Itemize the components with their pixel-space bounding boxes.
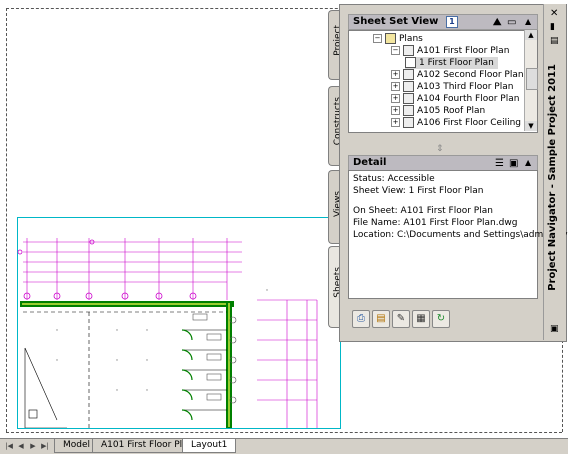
prev-tab-icon[interactable]: ◀ bbox=[16, 441, 26, 451]
first-tab-icon[interactable]: |◀ bbox=[4, 441, 14, 451]
sheet-set-view-title: Sheet Set View bbox=[353, 16, 439, 27]
tree-item-label: Plans bbox=[399, 34, 423, 44]
door-swings bbox=[181, 329, 193, 421]
grid-bubbles bbox=[17, 239, 197, 300]
viewport-dashed-right bbox=[562, 340, 564, 432]
sheet-icon bbox=[403, 105, 414, 116]
expand-icon[interactable]: + bbox=[391, 82, 400, 91]
sheet-icon bbox=[403, 69, 414, 80]
tree-item-a101[interactable]: − A101 First Floor Plan bbox=[391, 45, 509, 57]
new-sheet-icon[interactable]: ▤ bbox=[372, 310, 390, 328]
scroll-thumb[interactable] bbox=[526, 68, 538, 90]
tree-item-label: A102 Second Floor Plan bbox=[417, 70, 524, 80]
expand-icon[interactable]: + bbox=[391, 94, 400, 103]
sheet-icon bbox=[403, 117, 414, 128]
tree-item-label: A105 Roof Plan bbox=[417, 106, 486, 116]
info-badge[interactable]: 1 bbox=[445, 16, 458, 28]
tree-item-a105[interactable]: + A105 Roof Plan bbox=[391, 105, 485, 117]
sheet-set-properties-icon[interactable]: ✎ bbox=[392, 310, 410, 328]
tree-item-first-floor-plan-view[interactable]: 1 First Floor Plan bbox=[405, 57, 498, 69]
tree-item-label: 1 First Floor Plan bbox=[419, 58, 494, 68]
viewport-dashed-bottom bbox=[6, 432, 562, 434]
interior-walls bbox=[23, 311, 227, 428]
detail-preview-icon[interactable]: ▣ bbox=[509, 157, 518, 171]
splitter-handle-icon[interactable]: ⇕ bbox=[436, 144, 444, 154]
refresh-icon[interactable]: ↻ bbox=[432, 310, 450, 328]
sheet-icon bbox=[403, 93, 414, 104]
detail-status: Status: Accessible bbox=[353, 174, 435, 184]
sheet-set-tree[interactable]: − Plans − A101 First Floor Plan 1 First Fl… bbox=[348, 30, 538, 133]
detail-list-icon[interactable]: ☰ bbox=[495, 157, 504, 171]
sheet-set-view-icon[interactable]: ⛰ bbox=[493, 16, 501, 30]
detail-location: Location: C:\Documents and Settings\admi… bbox=[353, 230, 568, 240]
tree-item-label: A101 First Floor Plan bbox=[417, 46, 510, 56]
expand-icon[interactable]: + bbox=[391, 70, 400, 79]
floor-plan-svg bbox=[17, 238, 318, 428]
collapse-icon[interactable]: − bbox=[391, 46, 400, 55]
properties-icon[interactable]: ▤ bbox=[550, 36, 559, 46]
scroll-up-icon[interactable]: ▲ bbox=[525, 30, 537, 40]
pin-icon[interactable]: ▮ bbox=[550, 22, 555, 32]
detail-sheet-view: Sheet View: 1 First Floor Plan bbox=[353, 186, 484, 196]
floor-plan-drawing[interactable] bbox=[17, 230, 339, 428]
dimension-lines bbox=[23, 238, 318, 428]
collapse-arrow-icon[interactable]: ▲ bbox=[525, 156, 531, 170]
close-icon[interactable]: ✕ bbox=[550, 8, 558, 19]
next-tab-icon[interactable]: ▶ bbox=[28, 441, 38, 451]
collapse-arrow-icon[interactable]: ▲ bbox=[525, 15, 531, 29]
view-icon bbox=[405, 57, 416, 68]
tree-item-label: A103 Third Floor Plan bbox=[417, 82, 514, 92]
tree-item-label: A104 Fourth Floor Plan bbox=[417, 94, 520, 104]
tree-item-a102[interactable]: + A102 Second Floor Plan bbox=[391, 69, 524, 81]
detail-title: Detail bbox=[353, 157, 387, 168]
detail-file-name: File Name: A101 First Floor Plan.dwg bbox=[353, 218, 518, 228]
detail-header[interactable]: Detail ☰ ▣ ▲ bbox=[348, 155, 538, 171]
tree-item-plans[interactable]: − Plans bbox=[373, 33, 423, 45]
collapse-icon[interactable]: − bbox=[373, 34, 382, 43]
sheet-icon bbox=[403, 81, 414, 92]
detail-panel: Status: Accessible Sheet View: 1 First F… bbox=[348, 170, 568, 299]
tree-item-label: A106 First Floor Ceiling Pla bbox=[417, 118, 538, 128]
palette-title-bar[interactable]: ✕ ▮ ▤ Project Navigator - Sample Project… bbox=[543, 4, 566, 340]
tab-layout1[interactable]: Layout1 bbox=[182, 439, 237, 453]
palette-menu-icon[interactable]: ▣ bbox=[550, 324, 559, 334]
detail-on-sheet: On Sheet: A101 First Floor Plan bbox=[353, 206, 493, 216]
tree-item-a104[interactable]: + A104 Fourth Floor Plan bbox=[391, 93, 519, 105]
tree-item-a103[interactable]: + A103 Third Floor Plan bbox=[391, 81, 513, 93]
sheet-icon bbox=[403, 45, 414, 56]
sheet-set-folder-icon[interactable]: ▭ bbox=[507, 16, 516, 30]
layout-tab-bar: |◀ ◀ ▶ ▶| Model A101 First Floor Plan La… bbox=[0, 438, 568, 454]
viewport-dashed-left bbox=[6, 8, 8, 432]
expand-icon[interactable]: + bbox=[391, 106, 400, 115]
walls bbox=[20, 301, 234, 428]
publish-icon[interactable]: ⎙ bbox=[352, 310, 370, 328]
folder-icon bbox=[385, 33, 396, 44]
palette-title: Project Navigator - Sample Project 2011 bbox=[547, 64, 558, 291]
sheet-set-view-header[interactable]: Sheet Set View 1 ⛰ ▭ ▲ bbox=[348, 14, 538, 30]
tree-scrollbar[interactable]: ▲ ▼ bbox=[524, 30, 538, 131]
tree-item-a106[interactable]: + A106 First Floor Ceiling Pla bbox=[391, 117, 537, 129]
scroll-down-icon[interactable]: ▼ bbox=[525, 121, 537, 131]
expand-icon[interactable]: + bbox=[391, 118, 400, 127]
last-tab-icon[interactable]: ▶| bbox=[40, 441, 50, 451]
sheet-list-icon[interactable]: ▦ bbox=[412, 310, 430, 328]
